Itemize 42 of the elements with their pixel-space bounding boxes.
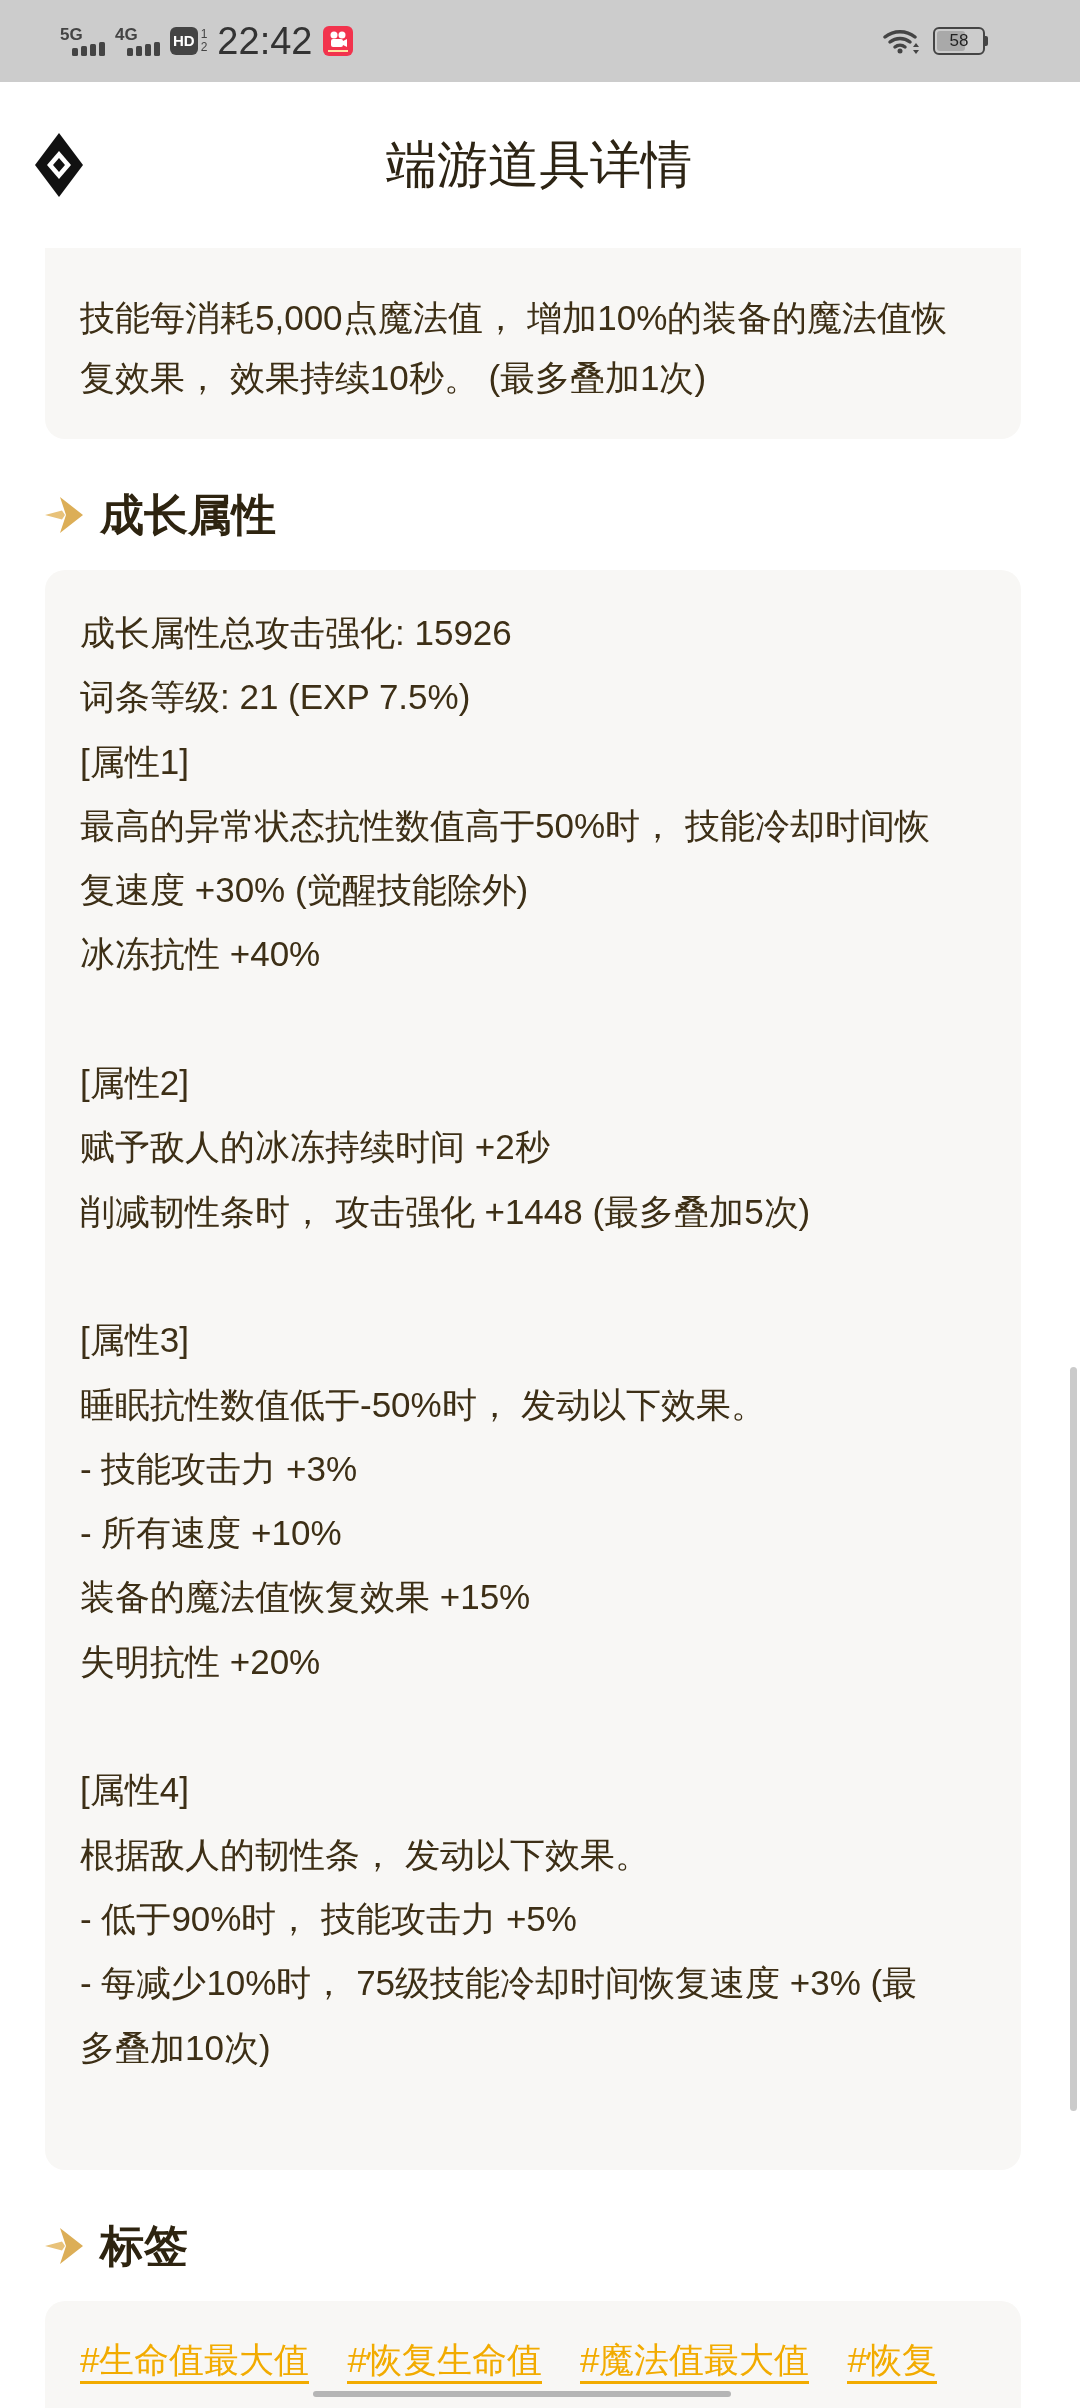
attribute-line: 装备的魔法值恢复效果 +15% bbox=[80, 1576, 532, 1619]
attribute-line: 根据敌人的韧性条， 发动以下效果。 bbox=[80, 1833, 651, 1876]
sim-number: 1 bbox=[200, 28, 208, 41]
description-text: 技能每消耗5,000点魔法值， 增加10%的装备的魔法值恢复效果， 效果持续10秒。 (最多叠加1次) bbox=[80, 297, 948, 399]
attribute-line: - 每减少10%时， 75级技能冷却时间恢复速度 +3% (最多叠加10次) bbox=[80, 1962, 919, 2069]
wifi-icon bbox=[883, 28, 921, 54]
summary-line: 成长属性总攻击强化: 15926 bbox=[80, 612, 513, 654]
app-notification-icon bbox=[323, 26, 354, 56]
clock-time: 22:42 bbox=[217, 19, 313, 63]
section-title: 成长属性 bbox=[100, 489, 276, 541]
attribute-line: 赋予敌人的冰冻持续时间 +2秒 bbox=[80, 1126, 551, 1169]
tag-link[interactable]: #生命值最大值 bbox=[80, 2338, 310, 2384]
attribute-label: [属性2] bbox=[80, 1062, 190, 1105]
network-type-label: 5G bbox=[60, 26, 83, 42]
diamond-logo-icon[interactable] bbox=[35, 133, 83, 197]
tag-link[interactable]: #恢复 bbox=[847, 2338, 937, 2384]
signal-bars-icon bbox=[72, 41, 105, 56]
battery-indicator: 58 bbox=[933, 27, 988, 55]
arrow-icon bbox=[45, 497, 83, 533]
attribute-line: 冰冻抗性 +40% bbox=[80, 933, 322, 976]
attribute-line: - 技能攻击力 +3% bbox=[80, 1447, 359, 1490]
attribute-label: [属性1] bbox=[80, 740, 190, 783]
home-indicator[interactable] bbox=[313, 2391, 731, 2397]
attribute-line: 失明抗性 +20% bbox=[80, 1640, 322, 1683]
scrollbar-thumb[interactable] bbox=[1070, 1367, 1077, 2111]
attribute-label: [属性4] bbox=[80, 1769, 190, 1812]
attribute-line: - 低于90%时， 技能攻击力 +5% bbox=[80, 1897, 578, 1940]
section-title: 标签 bbox=[100, 2219, 188, 2272]
attribute-line: - 所有速度 +10% bbox=[80, 1512, 343, 1555]
sim-number: 2 bbox=[200, 41, 208, 54]
signal-bars-icon bbox=[127, 41, 160, 56]
tag-link[interactable]: #恢复生命值 bbox=[347, 2338, 542, 2384]
tag-link[interactable]: #魔法值最大值 bbox=[579, 2338, 810, 2384]
attribute-line: 睡眠抗性数值低于-50%时， 发动以下效果。 bbox=[80, 1383, 768, 1426]
attribute-line: 最高的异常状态抗性数值高于50%时， 技能冷却时间恢复速度 +30% (觉醒技能除外) bbox=[80, 804, 931, 912]
attribute-line: 削减韧性条时， 攻击强化 +1448 (最多叠加5次) bbox=[80, 1190, 812, 1233]
arrow-icon bbox=[45, 2227, 83, 2264]
network-type-label: 4G bbox=[115, 26, 138, 42]
hd-badge: HD bbox=[170, 27, 198, 55]
summary-line: 词条等级: 21 (EXP 7.5%) bbox=[80, 676, 472, 719]
page-title: 端游道具详情 bbox=[385, 134, 693, 195]
attribute-label: [属性3] bbox=[80, 1319, 190, 1362]
